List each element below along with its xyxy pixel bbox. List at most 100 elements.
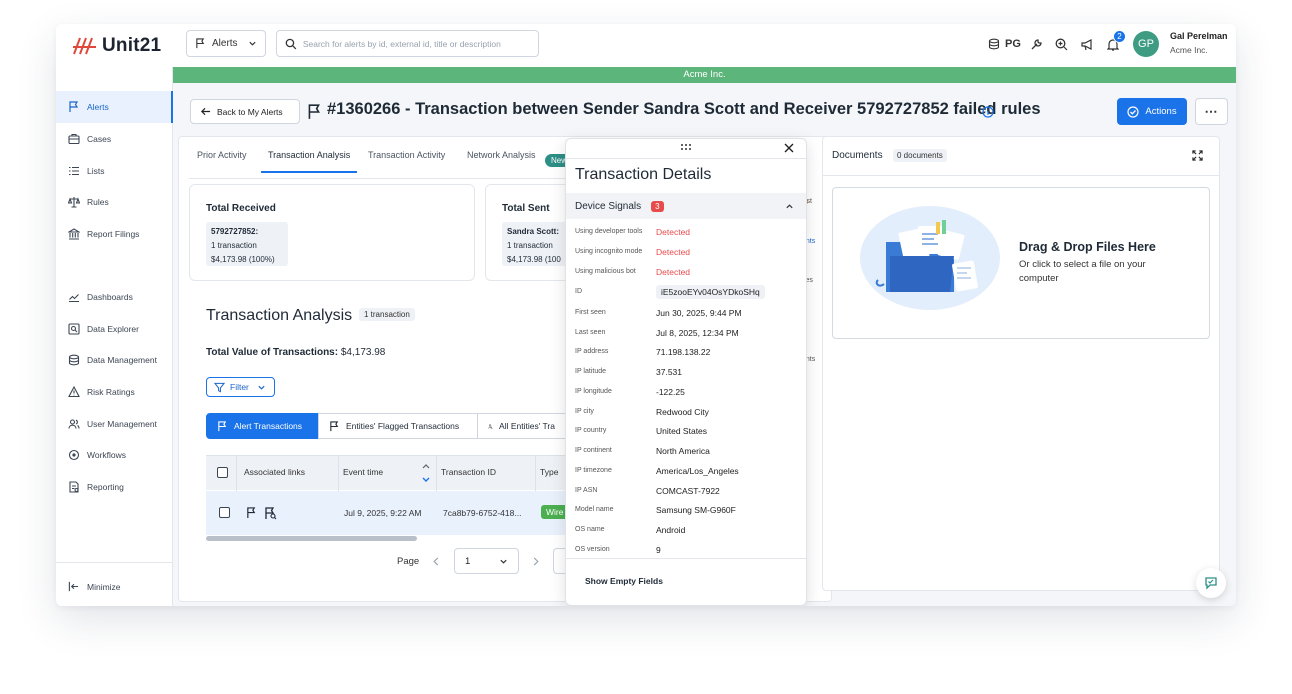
field-key: IP timezone — [575, 467, 612, 474]
device-signals-header[interactable]: Device Signals 3 — [566, 193, 806, 219]
page-select[interactable]: 1 — [454, 548, 519, 574]
arrow-left-icon — [200, 107, 211, 116]
select-all-checkbox[interactable] — [217, 467, 228, 478]
sort-icon[interactable] — [422, 462, 430, 484]
sidebar-item-rules[interactable]: Rules — [56, 186, 173, 218]
sidebar-item-label: Data Management — [87, 355, 157, 365]
tab-transaction-analysis[interactable]: Transaction Analysis — [261, 150, 358, 173]
minimize-button[interactable]: Minimize — [68, 581, 121, 592]
tab-network-analysis[interactable]: Network Analysis — [467, 150, 536, 160]
page-value: 1 — [465, 555, 471, 567]
close-icon[interactable] — [784, 143, 794, 153]
chevron-right-icon[interactable] — [532, 557, 540, 566]
collapse-icon — [68, 581, 79, 592]
chevron-left-icon[interactable] — [432, 557, 440, 566]
actions-button[interactable]: Actions — [1117, 98, 1187, 125]
more-options-button[interactable]: ⋯ — [1195, 98, 1228, 125]
chip-line: 5792727852: — [211, 227, 259, 236]
sidebar-divider — [56, 562, 173, 563]
sidebar-item-label: Report Filings — [87, 229, 140, 239]
search-input[interactable] — [302, 38, 530, 49]
field-key: IP address — [575, 348, 609, 355]
unit21-logo[interactable]: Unit21 — [72, 34, 161, 58]
megaphone-icon[interactable] — [1079, 36, 1095, 52]
avatar[interactable]: GP — [1133, 31, 1159, 57]
field-key: ID — [575, 288, 582, 295]
sidebar-item-reporting[interactable]: Reporting — [56, 471, 173, 503]
total-received-card: Total Received 5792727852: 1 transaction… — [189, 184, 475, 281]
total-sent-card: Total Sent Sandra Scott: 1 transaction $… — [485, 184, 576, 281]
field-value: Jun 30, 2025, 9:44 PM — [656, 308, 742, 318]
chat-button[interactable] — [1196, 568, 1226, 598]
segment-alert-transactions[interactable]: Alert Transactions — [206, 413, 319, 439]
sidebar-item-label: Lists — [87, 166, 105, 176]
sidebar-item-alerts[interactable]: Alerts — [56, 91, 173, 123]
flag-icon — [218, 420, 227, 431]
sidebar-item-dashboards[interactable]: Dashboards — [56, 281, 173, 313]
field-value: Samsung SM-G960F — [656, 505, 736, 515]
transaction-analysis-panel — [189, 288, 604, 590]
field-value: North America — [656, 446, 710, 456]
field-key: IP continent — [575, 447, 612, 454]
info-icon[interactable] — [982, 106, 994, 118]
horizontal-scrollbar[interactable] — [206, 536, 417, 541]
sidebar-item-data-management[interactable]: Data Management — [56, 344, 173, 376]
page-size-select[interactable] — [553, 548, 565, 574]
field-value: United States — [656, 426, 708, 436]
flag-icon — [196, 38, 205, 49]
field-key: Using incognito mode — [575, 248, 643, 255]
sidebar-item-label: Workflows — [87, 450, 127, 460]
tab-prior-activity[interactable]: Prior Activity — [197, 150, 247, 160]
sidebar-item-report-filings[interactable]: Report Filings — [56, 218, 173, 250]
column-header-event-time[interactable]: Event time — [343, 467, 383, 477]
segment-label: Alert Transactions — [234, 421, 303, 431]
card-title: Total Received — [206, 203, 276, 214]
chat-icon — [1205, 577, 1217, 590]
filter-button[interactable]: Filter — [206, 377, 275, 397]
notification-badge: 2 — [1113, 30, 1126, 43]
column-header[interactable]: Type — [540, 467, 558, 477]
field-key: Model name — [575, 506, 614, 513]
bank-icon — [68, 228, 80, 240]
expand-icon[interactable] — [1192, 150, 1203, 161]
filter-icon — [214, 382, 225, 392]
pg-label[interactable]: PG — [1004, 36, 1022, 52]
tab-transaction-activity[interactable]: Transaction Activity — [368, 150, 445, 160]
zoom-icon[interactable] — [1053, 36, 1069, 52]
column-header[interactable]: Transaction ID — [441, 467, 496, 477]
row-checkbox[interactable] — [219, 507, 230, 518]
segment-entities-flagged[interactable]: Entities' Flagged Transactions — [318, 413, 478, 439]
sidebar-item-lists[interactable]: Lists — [56, 155, 173, 187]
sidebar-item-user-management[interactable]: User Management — [56, 408, 173, 440]
module-select-label: Alerts — [212, 38, 238, 49]
flag-icon — [308, 104, 320, 119]
module-select[interactable]: Alerts — [186, 30, 266, 57]
sidebar-item-label: Reporting — [87, 482, 124, 492]
user-org: Acme Inc. — [1170, 45, 1208, 55]
database-icon[interactable] — [986, 36, 1002, 52]
chart-icon — [69, 294, 79, 303]
chip-line: $4,173.98 (100 — [507, 255, 561, 264]
segment-all-entities[interactable]: All Entities' Tra — [477, 413, 565, 439]
scale-icon — [68, 197, 80, 208]
back-button[interactable]: Back to My Alerts — [190, 99, 300, 124]
tools-icon[interactable] — [1028, 36, 1044, 52]
search-box[interactable] — [276, 30, 539, 57]
back-label: Back to My Alerts — [217, 106, 283, 117]
drop-title: Drag & Drop Files Here — [1019, 240, 1156, 254]
show-empty-fields-button[interactable]: Show Empty Fields — [585, 576, 663, 586]
documents-divider — [822, 175, 1220, 176]
column-header[interactable]: Associated links — [244, 467, 305, 477]
drag-handle-icon[interactable] — [680, 143, 692, 151]
transaction-count-badge: 1 transaction — [359, 308, 415, 321]
flag-search-icon[interactable] — [264, 507, 277, 520]
field-value: COMCAST-7922 — [656, 486, 720, 496]
sidebar-item-data-explorer[interactable]: Data Explorer — [56, 313, 173, 345]
cell-transaction-id[interactable]: 7ca8b79-6752-418... — [443, 508, 521, 518]
flag-icon[interactable] — [246, 507, 257, 519]
sidebar-item-workflows[interactable]: Workflows — [56, 439, 173, 471]
details-footer-divider — [566, 558, 806, 559]
sidebar-item-cases[interactable]: Cases — [56, 123, 173, 155]
user-search-icon — [488, 423, 493, 429]
sidebar-item-risk-ratings[interactable]: Risk Ratings — [56, 376, 173, 408]
